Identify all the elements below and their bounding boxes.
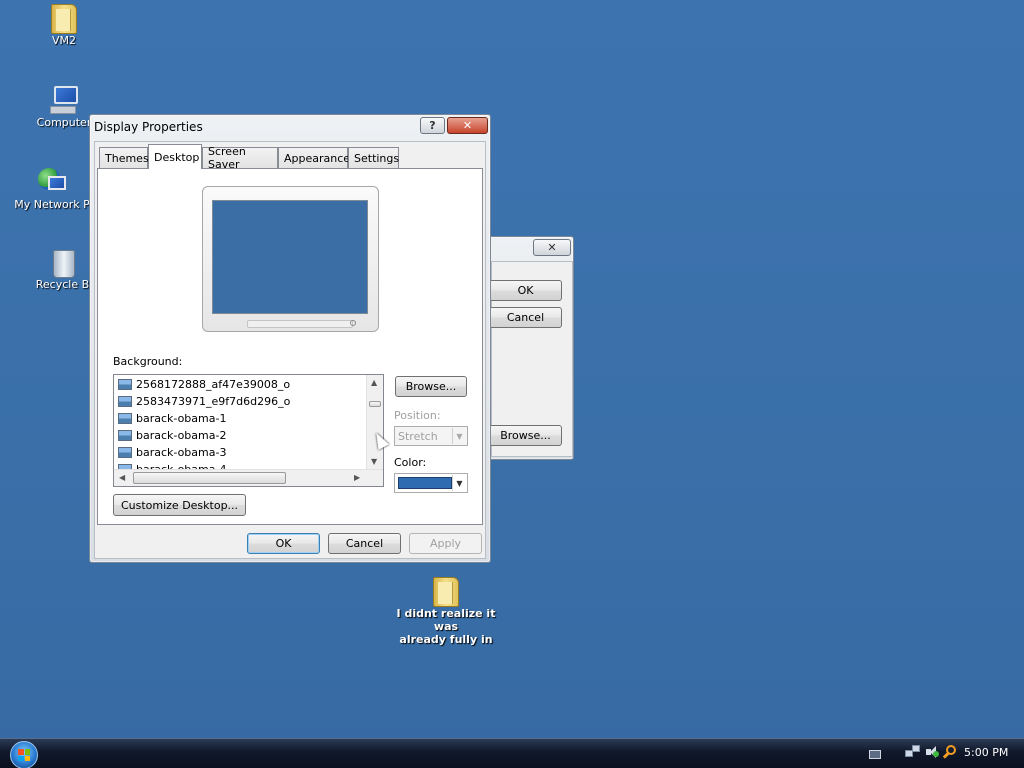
help-icon: ? <box>429 119 436 132</box>
image-file-icon <box>118 379 132 390</box>
list-item[interactable]: barack-obama-1 <box>118 410 226 427</box>
back-cancel-button[interactable]: Cancel <box>489 307 562 328</box>
image-file-icon <box>118 430 132 441</box>
desktop-icon-label: My Network P <box>14 198 90 211</box>
folder-icon <box>433 577 459 607</box>
close-button[interactable]: ✕ <box>533 239 571 256</box>
close-button[interactable]: ✕ <box>447 117 488 134</box>
search-icon[interactable] <box>942 745 957 759</box>
scroll-up-icon[interactable]: ▲ <box>371 378 377 387</box>
color-swatch <box>398 477 452 489</box>
horizontal-scrollbar[interactable]: ◀ ▶ <box>114 469 383 486</box>
desktop-icon-folder[interactable]: I didnt realize it was already fully in <box>384 575 508 646</box>
browse-button[interactable]: Browse... <box>395 376 467 397</box>
close-icon: ✕ <box>547 241 557 254</box>
folder-icon <box>51 4 77 34</box>
list-item[interactable]: barack-obama-3 <box>118 444 226 461</box>
desktop-icon-label: I didnt realize it was already fully in <box>396 607 496 646</box>
image-file-icon <box>118 413 132 424</box>
help-button[interactable]: ? <box>420 117 445 134</box>
scroll-left-icon[interactable]: ◀ <box>119 473 125 482</box>
tab-themes[interactable]: Themes <box>99 147 149 168</box>
chevron-down-icon: ▼ <box>452 475 466 491</box>
tab-appearance[interactable]: Appearance <box>278 147 350 168</box>
scrollbar-thumb[interactable] <box>133 472 286 484</box>
desktop-icon-vm2[interactable]: VM2 <box>16 2 112 47</box>
window-title: Display Properties <box>94 120 203 134</box>
taskbar-clock[interactable]: 5:00 PM <box>964 746 1008 759</box>
position-select[interactable]: Stretch ▼ <box>394 426 468 446</box>
network-icon[interactable] <box>905 745 921 759</box>
keyboard-icon[interactable] <box>869 750 881 759</box>
start-button[interactable] <box>10 741 38 768</box>
apply-button[interactable]: Apply <box>409 533 482 554</box>
background-listbox[interactable]: 2568172888_af47e39008_o 2583473971_e9f7d… <box>113 374 384 487</box>
position-label: Position: <box>394 409 441 422</box>
color-picker[interactable]: ▼ <box>394 473 468 493</box>
network-icon <box>36 166 68 198</box>
power-led-icon <box>350 320 356 326</box>
desktop-icon-label: VM2 <box>51 34 76 47</box>
scroll-down-icon[interactable]: ▼ <box>371 457 377 466</box>
close-icon: ✕ <box>462 119 473 132</box>
desktop-icon-network[interactable]: My Network P <box>4 166 100 211</box>
list-item[interactable]: 2583473971_e9f7d6d296_o <box>118 393 290 410</box>
customize-desktop-button[interactable]: Customize Desktop... <box>113 494 246 516</box>
vertical-scrollbar[interactable]: ▲ ▼ <box>366 375 383 470</box>
tab-screen-saver[interactable]: Screen Saver <box>202 145 278 171</box>
recycle-bin-icon <box>53 250 75 278</box>
ok-button[interactable]: OK <box>247 533 320 554</box>
image-file-icon <box>118 396 132 407</box>
chevron-down-icon: ▼ <box>452 428 466 444</box>
color-label: Color: <box>394 456 427 469</box>
cancel-button[interactable]: Cancel <box>328 533 401 554</box>
back-ok-button[interactable]: OK <box>489 280 562 301</box>
image-file-icon <box>118 447 132 458</box>
list-item[interactable]: 2568172888_af47e39008_o <box>118 376 290 393</box>
windows-logo-icon <box>18 749 30 761</box>
scrollbar-thumb[interactable] <box>369 401 381 407</box>
list-item[interactable]: barack-obama-2 <box>118 427 226 444</box>
monitor-preview <box>202 186 379 332</box>
background-label: Background: <box>113 355 183 368</box>
preview-screen <box>212 200 368 314</box>
volume-icon[interactable] <box>925 745 939 759</box>
scroll-right-icon[interactable]: ▶ <box>354 473 360 482</box>
computer-icon <box>48 86 80 116</box>
tab-settings[interactable]: Settings <box>348 147 399 168</box>
tab-desktop[interactable]: Desktop <box>148 144 202 169</box>
back-browse-button[interactable]: Browse... <box>489 425 562 446</box>
